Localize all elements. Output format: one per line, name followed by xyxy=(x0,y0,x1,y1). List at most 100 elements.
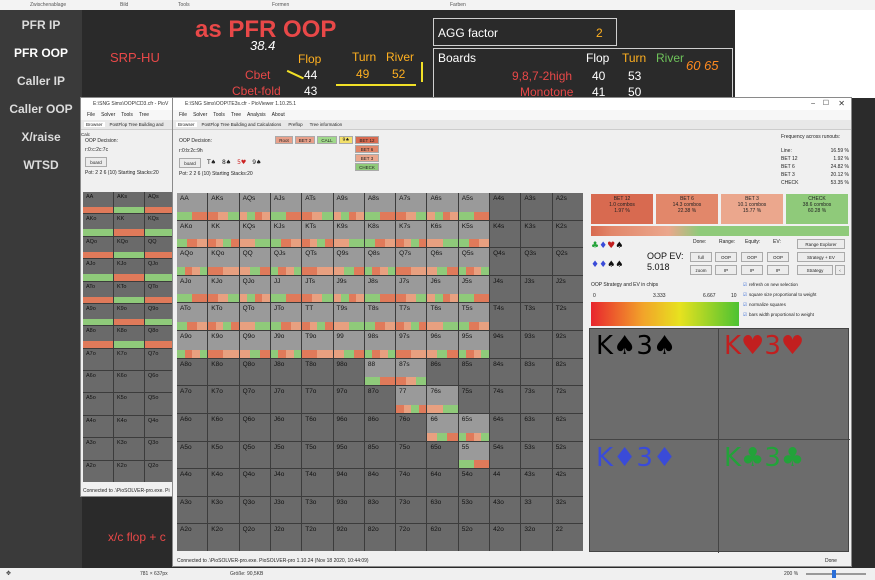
range-cell[interactable]: AKs xyxy=(208,193,239,220)
combo-spades[interactable]: K♠3♠ xyxy=(596,331,676,361)
range-cell[interactable]: A4s xyxy=(490,193,521,220)
tree-node-call[interactable]: CALL xyxy=(317,136,337,144)
range-cell[interactable]: T3s xyxy=(521,303,552,331)
nav-item-caller-ip[interactable]: Caller IP xyxy=(0,74,82,88)
range-cell[interactable]: 98o xyxy=(333,358,364,386)
range-cell[interactable]: 94o xyxy=(333,469,364,496)
menu-analysis[interactable]: Analysis xyxy=(247,112,266,118)
range-ip-button[interactable]: IP xyxy=(715,265,737,275)
tab-browser[interactable]: Browser xyxy=(176,122,197,127)
range-cell[interactable]: Q2s xyxy=(552,248,583,275)
menu-tools[interactable]: Tools xyxy=(121,112,133,118)
range-cell[interactable]: K5o xyxy=(208,441,239,469)
combo-diamonds[interactable]: K♦3♦ xyxy=(596,443,676,473)
range-cell[interactable]: A3o xyxy=(177,496,208,524)
chevron-left-icon[interactable]: ‹ xyxy=(835,265,845,275)
range-cell[interactable]: K6o xyxy=(208,413,239,441)
zoom-slider[interactable] xyxy=(806,573,866,575)
range-cell[interactable]: K5s xyxy=(458,220,490,248)
range-cell[interactable]: K3s xyxy=(521,220,552,248)
tab-preflop[interactable]: Preflop xyxy=(286,122,304,127)
strategy-box[interactable]: BET 3 10.1 combos 15.77 % xyxy=(721,194,783,224)
diamond-icon[interactable]: ♦ xyxy=(599,241,607,251)
range-cell[interactable]: Q6o xyxy=(145,371,175,393)
zoom-slider-thumb[interactable] xyxy=(832,570,836,578)
range-cell[interactable]: JJ xyxy=(270,275,302,303)
range-cell[interactable]: 93s xyxy=(521,331,552,358)
range-cell[interactable]: A4o xyxy=(83,415,113,438)
range-cell[interactable]: K2s xyxy=(552,220,583,248)
range-cell[interactable]: KTo xyxy=(114,281,144,303)
range-cell[interactable]: Q3o xyxy=(145,438,175,460)
range-cell[interactable]: Q9s xyxy=(333,248,364,275)
range-cell[interactable]: ATs xyxy=(302,193,333,220)
range-cell[interactable]: A6o xyxy=(177,413,208,441)
range-cell[interactable]: Q5s xyxy=(458,248,490,275)
range-cell[interactable]: 83o xyxy=(364,496,396,524)
range-cell[interactable]: KJo xyxy=(208,275,239,303)
range-cell[interactable]: K6o xyxy=(114,371,144,393)
range-cell[interactable]: JTo xyxy=(270,303,302,331)
range-cell[interactable]: Q8s xyxy=(364,248,396,275)
tab-postflop[interactable]: PostFlop Tree Building and Calculations xyxy=(200,122,284,127)
range-cell[interactable]: 94s xyxy=(490,331,521,358)
menu-file[interactable]: File xyxy=(179,112,187,118)
nav-item-pfr-oop[interactable]: PFR OOP xyxy=(0,46,82,60)
range-cell[interactable]: A9o xyxy=(83,303,113,326)
range-cell[interactable]: A5o xyxy=(177,441,208,469)
range-cell[interactable]: J5s xyxy=(458,275,490,303)
range-cell[interactable]: 73o xyxy=(396,496,427,524)
range-cell[interactable]: 32s xyxy=(552,496,583,524)
suit-filter[interactable]: ♣♦♥♠ xyxy=(591,241,623,251)
menu-solver[interactable]: Solver xyxy=(101,112,115,118)
tab-tree-info[interactable]: Tree information xyxy=(308,122,345,127)
range-cell[interactable]: KQs xyxy=(239,220,270,248)
range-cell[interactable]: J2s xyxy=(552,275,583,303)
range-cell[interactable]: Q2o xyxy=(145,460,175,482)
option-bars-width[interactable]: bars width proportional to weight xyxy=(743,312,814,318)
range-cell[interactable]: 63o xyxy=(427,496,458,524)
range-cell[interactable]: 76s xyxy=(427,386,458,413)
option-normalize[interactable]: normalize squares xyxy=(743,302,786,308)
range-cell[interactable]: T4o xyxy=(302,469,333,496)
range-cell[interactable]: K3o xyxy=(208,496,239,524)
range-cell[interactable]: 64o xyxy=(427,469,458,496)
range-cell[interactable]: QTs xyxy=(302,248,333,275)
range-cell[interactable]: A2o xyxy=(83,460,113,482)
minimize-icon[interactable]: – xyxy=(811,98,815,110)
range-cell[interactable]: K8s xyxy=(364,220,396,248)
option-square-size[interactable]: square size proportional to weight xyxy=(743,292,816,298)
strategy-box[interactable]: BET 6 14.3 combos 22.38 % xyxy=(656,194,718,224)
range-cell[interactable]: T8o xyxy=(302,358,333,386)
range-cell[interactable]: A8o xyxy=(83,326,113,348)
range-cell[interactable]: TT xyxy=(302,303,333,331)
option-refresh[interactable]: refresh on new selection xyxy=(743,282,798,288)
range-cell[interactable]: 87s xyxy=(396,358,427,386)
strategy-button[interactable]: Strategy xyxy=(797,265,833,275)
range-cell[interactable]: Q9o xyxy=(145,303,175,326)
tab-browser[interactable]: Browser xyxy=(84,122,105,127)
range-cell[interactable]: K9s xyxy=(333,220,364,248)
range-cell[interactable]: T5o xyxy=(302,441,333,469)
range-cell[interactable]: 54s xyxy=(490,441,521,469)
range-cell[interactable]: J2o xyxy=(270,524,302,551)
range-cell[interactable]: A7o xyxy=(83,348,113,371)
range-cell[interactable]: 65s xyxy=(458,413,490,441)
nav-item-pfr-ip[interactable]: PFR IP xyxy=(0,18,82,32)
range-cell[interactable]: T2s xyxy=(552,303,583,331)
nav-item-wtsd[interactable]: WTSD xyxy=(0,158,82,172)
range-cell[interactable]: K7o xyxy=(208,386,239,413)
range-cell[interactable]: A7s xyxy=(396,193,427,220)
range-cell[interactable]: T3o xyxy=(302,496,333,524)
range-cell[interactable]: Q3o xyxy=(239,496,270,524)
strategy-ev-button[interactable]: Strategy + EV xyxy=(797,252,845,262)
range-cell[interactable]: J3o xyxy=(270,496,302,524)
range-cell[interactable]: 52s xyxy=(552,441,583,469)
range-cell[interactable]: 73s xyxy=(521,386,552,413)
range-cell[interactable]: 43o xyxy=(490,496,521,524)
range-cell[interactable]: Q9o xyxy=(239,331,270,358)
menu-tree[interactable]: Tree xyxy=(139,112,149,118)
range-cell[interactable]: K6s xyxy=(427,220,458,248)
range-cell[interactable]: A9s xyxy=(333,193,364,220)
range-cell[interactable]: A4o xyxy=(177,469,208,496)
